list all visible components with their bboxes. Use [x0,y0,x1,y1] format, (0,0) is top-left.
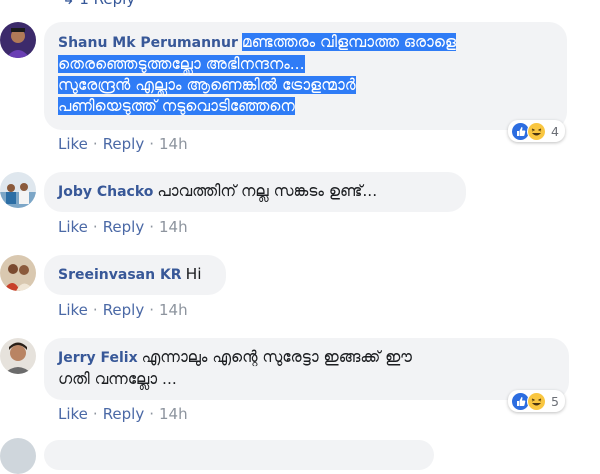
comment-text: പാവത്തിന് നല്ല സങ്കടം ഉണ്ട്... [157,182,378,200]
like-link[interactable]: Like [58,135,88,153]
reaction-count: 4 [551,123,559,139]
comment-author[interactable]: Joby Chacko [58,184,153,200]
haha-reaction-icon [527,121,546,141]
comment-timestamp[interactable]: 14h [159,405,188,423]
reply-link[interactable]: Reply [103,135,145,153]
comment-actions: Like · Reply · 14h [58,301,188,319]
comment-timestamp[interactable]: 14h [159,135,188,153]
comment-bubble: Jerry Felix എന്നാലും എന്റെ സുരേട്ടാ ഇങ്ങക… [44,338,569,400]
comment-actions: Like · Reply · 14h [58,218,188,236]
comment-author[interactable]: Sreeinvasan KR [58,267,182,283]
avatar[interactable] [0,338,36,374]
comment-timestamp[interactable]: 14h [159,218,188,236]
avatar[interactable] [0,255,36,291]
reply-arrow-icon: ↳ [62,0,79,8]
avatar[interactable] [0,438,36,474]
comment-bubble: Sreeinvasan KR Hi [44,255,226,295]
reply-link[interactable]: Reply [103,218,145,236]
comment-bubble: Joby Chacko പാവത്തിന് നല്ല സങ്കടം ഉണ്ട്..… [44,172,466,212]
comment-text-line: സുരേന്ദ്രൻ എല്ലാം ആണെങ്കിൽ ട്രോളന്മാർ [58,76,356,94]
comment-bubble: Shanu Mk Perumannur മണ്ടത്തരം വിളമ്പാത്ത … [44,22,567,130]
previous-reply-link[interactable]: ↳ 1 Reply [62,0,135,8]
reaction-count: 5 [551,393,559,409]
comment-text-line: പണിയെടുത്ത് നടുവൊടിഞ്ഞേനെ [58,97,295,115]
comment-text-line: തെരഞ്ഞെടുത്തല്ലോ അഭിനന്ദനം... [58,55,305,73]
comment-timestamp[interactable]: 14h [159,301,188,319]
haha-reaction-icon [527,391,546,411]
reply-link[interactable]: Reply [103,301,145,319]
reaction-summary[interactable]: 5 [508,390,565,412]
avatar[interactable] [0,172,36,208]
like-link[interactable]: Like [58,218,88,236]
reaction-summary[interactable]: 4 [508,120,565,142]
comment-text-line: മണ്ടത്തരം വിളമ്പാത്ത ഒരാളെ [241,33,456,51]
comment-text: Hi [185,265,202,283]
comment-bubble [44,440,434,470]
comment-author[interactable]: Shanu Mk Perumannur [58,35,238,51]
reply-link[interactable]: Reply [103,405,145,423]
like-link[interactable]: Like [58,405,88,423]
comment-author[interactable]: Jerry Felix [58,350,138,366]
comment-actions: Like · Reply · 14h [58,405,188,423]
comment-text-line: എന്നാലും എന്റെ സുരേട്ടാ ഇങ്ങക്ക് ഈ [141,348,412,366]
comment-text-line: ഗതി വന്നല്ലോ ... [58,370,177,388]
comment-actions: Like · Reply · 14h [58,135,188,153]
avatar[interactable] [0,22,36,58]
like-link[interactable]: Like [58,301,88,319]
